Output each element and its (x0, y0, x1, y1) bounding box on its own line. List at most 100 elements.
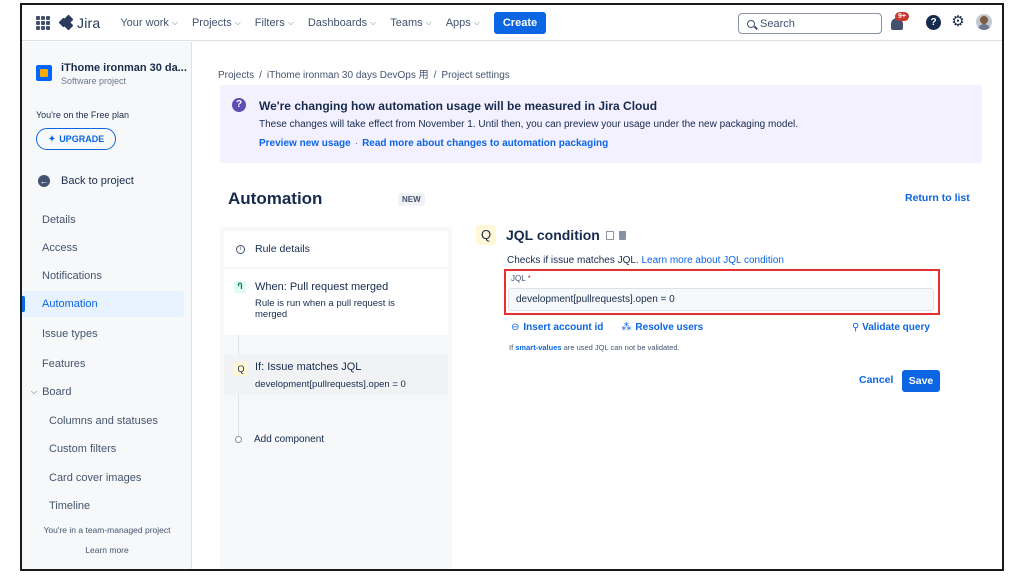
breadcrumb-project[interactable]: iThome ironman 30 days DevOps 用 (267, 70, 429, 81)
sidebar-item-columns-and-statuses[interactable]: Columns and statuses (22, 408, 184, 434)
add-circle-icon (235, 436, 242, 443)
trigger-component[interactable]: Ⴄ When: Pull request merged Rule is run … (224, 269, 448, 335)
project-type: Software project (61, 76, 127, 86)
project-header[interactable]: iThome ironman 30 da... Software project (36, 62, 187, 86)
trash-icon[interactable] (618, 230, 626, 240)
jira-logo-text: Jira (77, 14, 101, 31)
sidebar-item-board[interactable]: ⌵ Board (22, 379, 184, 405)
condition-search-icon: Q (234, 362, 248, 376)
info-icon: i (236, 244, 245, 254)
jql-helpers: ⊖ Insert account id ⁂ Resolve users (511, 322, 703, 333)
create-button[interactable]: Create (493, 11, 547, 34)
nav-dashboards[interactable]: Dashboards ⌵ (308, 17, 376, 29)
jql-search-icon: Q (476, 225, 496, 245)
insert-account-id-label: Insert account id (523, 322, 604, 333)
read-more-link[interactable]: Read more about changes to automation pa… (362, 138, 608, 149)
chevron-down-icon: ⌵ (31, 387, 38, 396)
breadcrumb-settings[interactable]: Project settings (441, 70, 509, 81)
app-switcher-icon[interactable] (36, 15, 50, 30)
nav-projects[interactable]: Projects ⌵ (192, 17, 241, 29)
save-button[interactable]: Save (902, 370, 940, 392)
chevron-down-icon: ⌵ (473, 17, 480, 27)
validate-search-icon: ⚲ (852, 322, 863, 333)
new-badge: NEW (398, 193, 425, 206)
sidebar-item-issue-types[interactable]: Issue types (22, 321, 184, 347)
gear-icon[interactable]: ⚙ (950, 14, 966, 30)
jql-description: Checks if issue matches JQL. Learn more … (507, 255, 784, 266)
chevron-down-icon: ⌵ (370, 17, 377, 27)
sidebar-item-custom-filters[interactable]: Custom filters (22, 436, 184, 462)
project-avatar-icon (36, 65, 52, 81)
add-component-button[interactable]: Add component (235, 434, 324, 445)
breadcrumb-separator: / (259, 70, 262, 81)
trigger-description: Rule is run when a pull request is merge… (255, 298, 395, 320)
jql-label-text: JQL (511, 274, 526, 283)
help-icon[interactable]: ? (926, 15, 941, 30)
sidebar-item-board-label: Board (42, 386, 72, 398)
nav-apps[interactable]: Apps ⌵ (446, 17, 480, 29)
trigger-title: When: Pull request merged (255, 281, 389, 293)
sidebar-item-notifications[interactable]: Notifications (22, 263, 184, 289)
nav-filters[interactable]: Filters ⌵ (255, 17, 294, 29)
sidebar-item-details[interactable]: Details (22, 207, 184, 233)
search-icon (747, 19, 755, 28)
nav-filters-label: Filters (254, 16, 285, 29)
plan-text: You're on the Free plan (36, 110, 129, 120)
sidebar-item-automation[interactable]: Automation (22, 291, 184, 317)
condition-component[interactable]: Q If: Issue matches JQL development[pull… (224, 355, 448, 395)
smart-values-note: If smart-values are used JQL can not be … (509, 343, 680, 352)
sidebar-item-timeline[interactable]: Timeline (22, 493, 184, 519)
validate-query-button[interactable]: ⚲ Validate query (852, 322, 930, 333)
search-input[interactable]: Search (738, 13, 882, 34)
sidebar-item-access[interactable]: Access (22, 235, 184, 261)
upgrade-button[interactable]: ✦ UPGRADE (36, 128, 116, 150)
automation-usage-banner: ? We're changing how automation usage wi… (220, 85, 982, 163)
breadcrumb-projects[interactable]: Projects (218, 70, 254, 81)
sidebar-item-features[interactable]: Features (22, 351, 184, 377)
return-to-list-link[interactable]: Return to list (905, 192, 970, 204)
question-icon: ? (232, 98, 246, 112)
nav-your-work[interactable]: Your work ⌵ (120, 17, 178, 29)
sparkle-icon: ✦ (47, 133, 57, 145)
insert-account-id-button[interactable]: ⊖ Insert account id (511, 322, 603, 333)
upgrade-label: UPGRADE (59, 134, 105, 144)
nav-dashboards-label: Dashboards (307, 16, 368, 29)
jql-input[interactable]: development[pullrequests].open = 0 (508, 288, 934, 311)
banner-body: These changes will take effect from Nove… (259, 119, 798, 130)
chevron-down-icon: ⌵ (287, 17, 294, 27)
preview-usage-link[interactable]: Preview new usage (259, 138, 351, 149)
nav-teams[interactable]: Teams ⌵ (390, 17, 431, 29)
page-title: Automation (228, 189, 323, 208)
back-label: Back to project (61, 175, 134, 187)
jql-condition-header: Q JQL condition (476, 225, 626, 245)
nav-apps-label: Apps (445, 16, 471, 29)
learn-more-jql-link[interactable]: Learn more about JQL condition (642, 255, 785, 266)
jql-condition-title: JQL condition (506, 227, 600, 243)
smart-values-link[interactable]: smart-values (515, 343, 561, 352)
resolve-users-button[interactable]: ⁂ Resolve users (621, 322, 703, 333)
jira-logo[interactable]: Jira (58, 14, 101, 31)
rule-details-label: Rule details (255, 243, 310, 255)
sidebar: iThome ironman 30 da... Software project… (22, 42, 192, 569)
avatar[interactable] (976, 14, 992, 30)
user-icon: ⊖ (511, 322, 520, 333)
sidebar-item-card-cover-images[interactable]: Card cover images (22, 465, 184, 491)
notifications-button[interactable]: 9+ (890, 12, 909, 32)
cancel-button[interactable]: Cancel (859, 374, 893, 386)
link-separator: · (354, 138, 359, 149)
jql-field-label: JQL * (511, 274, 531, 283)
top-navigation: Jira Your work ⌵ Projects ⌵ Filters ⌵ Dashb… (22, 5, 1002, 41)
search-placeholder: Search (760, 17, 795, 30)
chevron-down-icon: ⌵ (171, 17, 178, 27)
rule-panel: i Rule details Ⴄ When: Pull request merg… (220, 227, 452, 569)
smart-note-prefix: If (509, 343, 514, 352)
nav-projects-label: Projects (191, 16, 232, 29)
pull-request-icon: Ⴄ (234, 281, 246, 293)
screenshot-frame: Jira Your work ⌵ Projects ⌵ Filters ⌵ Dashb… (20, 3, 1004, 571)
breadcrumb: Projects / iThome ironman 30 days DevOps 用… (218, 66, 510, 81)
copy-icon[interactable] (605, 230, 614, 240)
arrow-left-icon: ← (38, 175, 50, 187)
learn-more-link[interactable]: Learn more (22, 545, 192, 555)
back-to-project-link[interactable]: ← Back to project (38, 175, 134, 187)
rule-details-item[interactable]: i Rule details (224, 231, 448, 267)
